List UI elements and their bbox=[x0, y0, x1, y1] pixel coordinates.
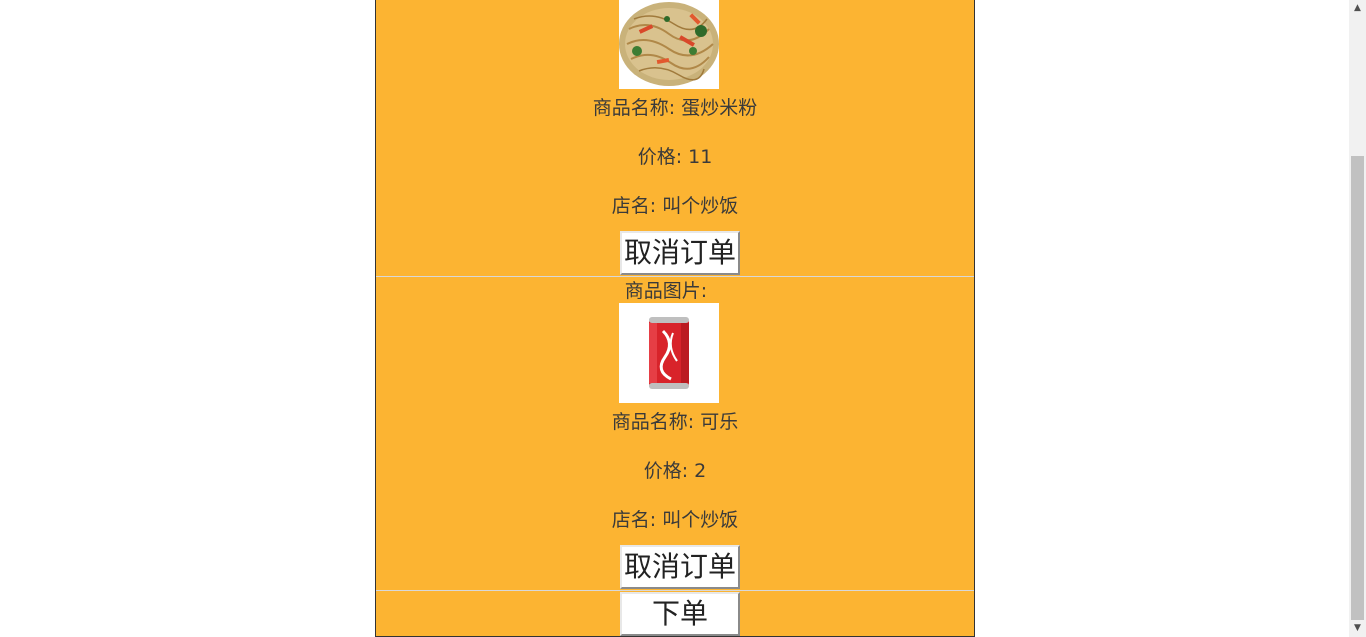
scroll-thumb[interactable] bbox=[1351, 156, 1364, 620]
cola-can-photo bbox=[619, 303, 719, 403]
cancel-order-button[interactable]: 取消订单 bbox=[620, 231, 740, 275]
vertical-scrollbar[interactable]: ▲ ▼ bbox=[1349, 0, 1366, 637]
fried-rice-noodles-photo bbox=[619, 0, 719, 89]
page-viewport: 商品名称: 蛋炒米粉 价格: 11 店名: 叫个炒饭 取消订单 商品图片: 商品… bbox=[0, 0, 1366, 637]
product-image-label: 商品图片: bbox=[624, 280, 708, 302]
scroll-up-arrow-icon[interactable]: ▲ bbox=[1349, 0, 1366, 17]
product-price: 价格: 2 bbox=[643, 460, 707, 482]
shop-name: 店名: 叫个炒饭 bbox=[611, 509, 739, 531]
product-price: 价格: 11 bbox=[637, 146, 713, 168]
place-order-button[interactable]: 下单 bbox=[620, 592, 740, 636]
scroll-down-arrow-icon[interactable]: ▼ bbox=[1349, 620, 1366, 637]
cola-image bbox=[619, 303, 719, 403]
order-divider bbox=[376, 590, 974, 591]
cancel-order-button[interactable]: 取消订单 bbox=[620, 545, 740, 589]
product-name: 商品名称: 蛋炒米粉 bbox=[592, 97, 758, 119]
product-name: 商品名称: 可乐 bbox=[611, 411, 739, 433]
order-panel: 商品名称: 蛋炒米粉 价格: 11 店名: 叫个炒饭 取消订单 商品图片: 商品… bbox=[375, 0, 975, 637]
order-divider bbox=[376, 276, 974, 277]
shop-name: 店名: 叫个炒饭 bbox=[611, 195, 739, 217]
fried-rice-noodles-image bbox=[619, 0, 719, 89]
